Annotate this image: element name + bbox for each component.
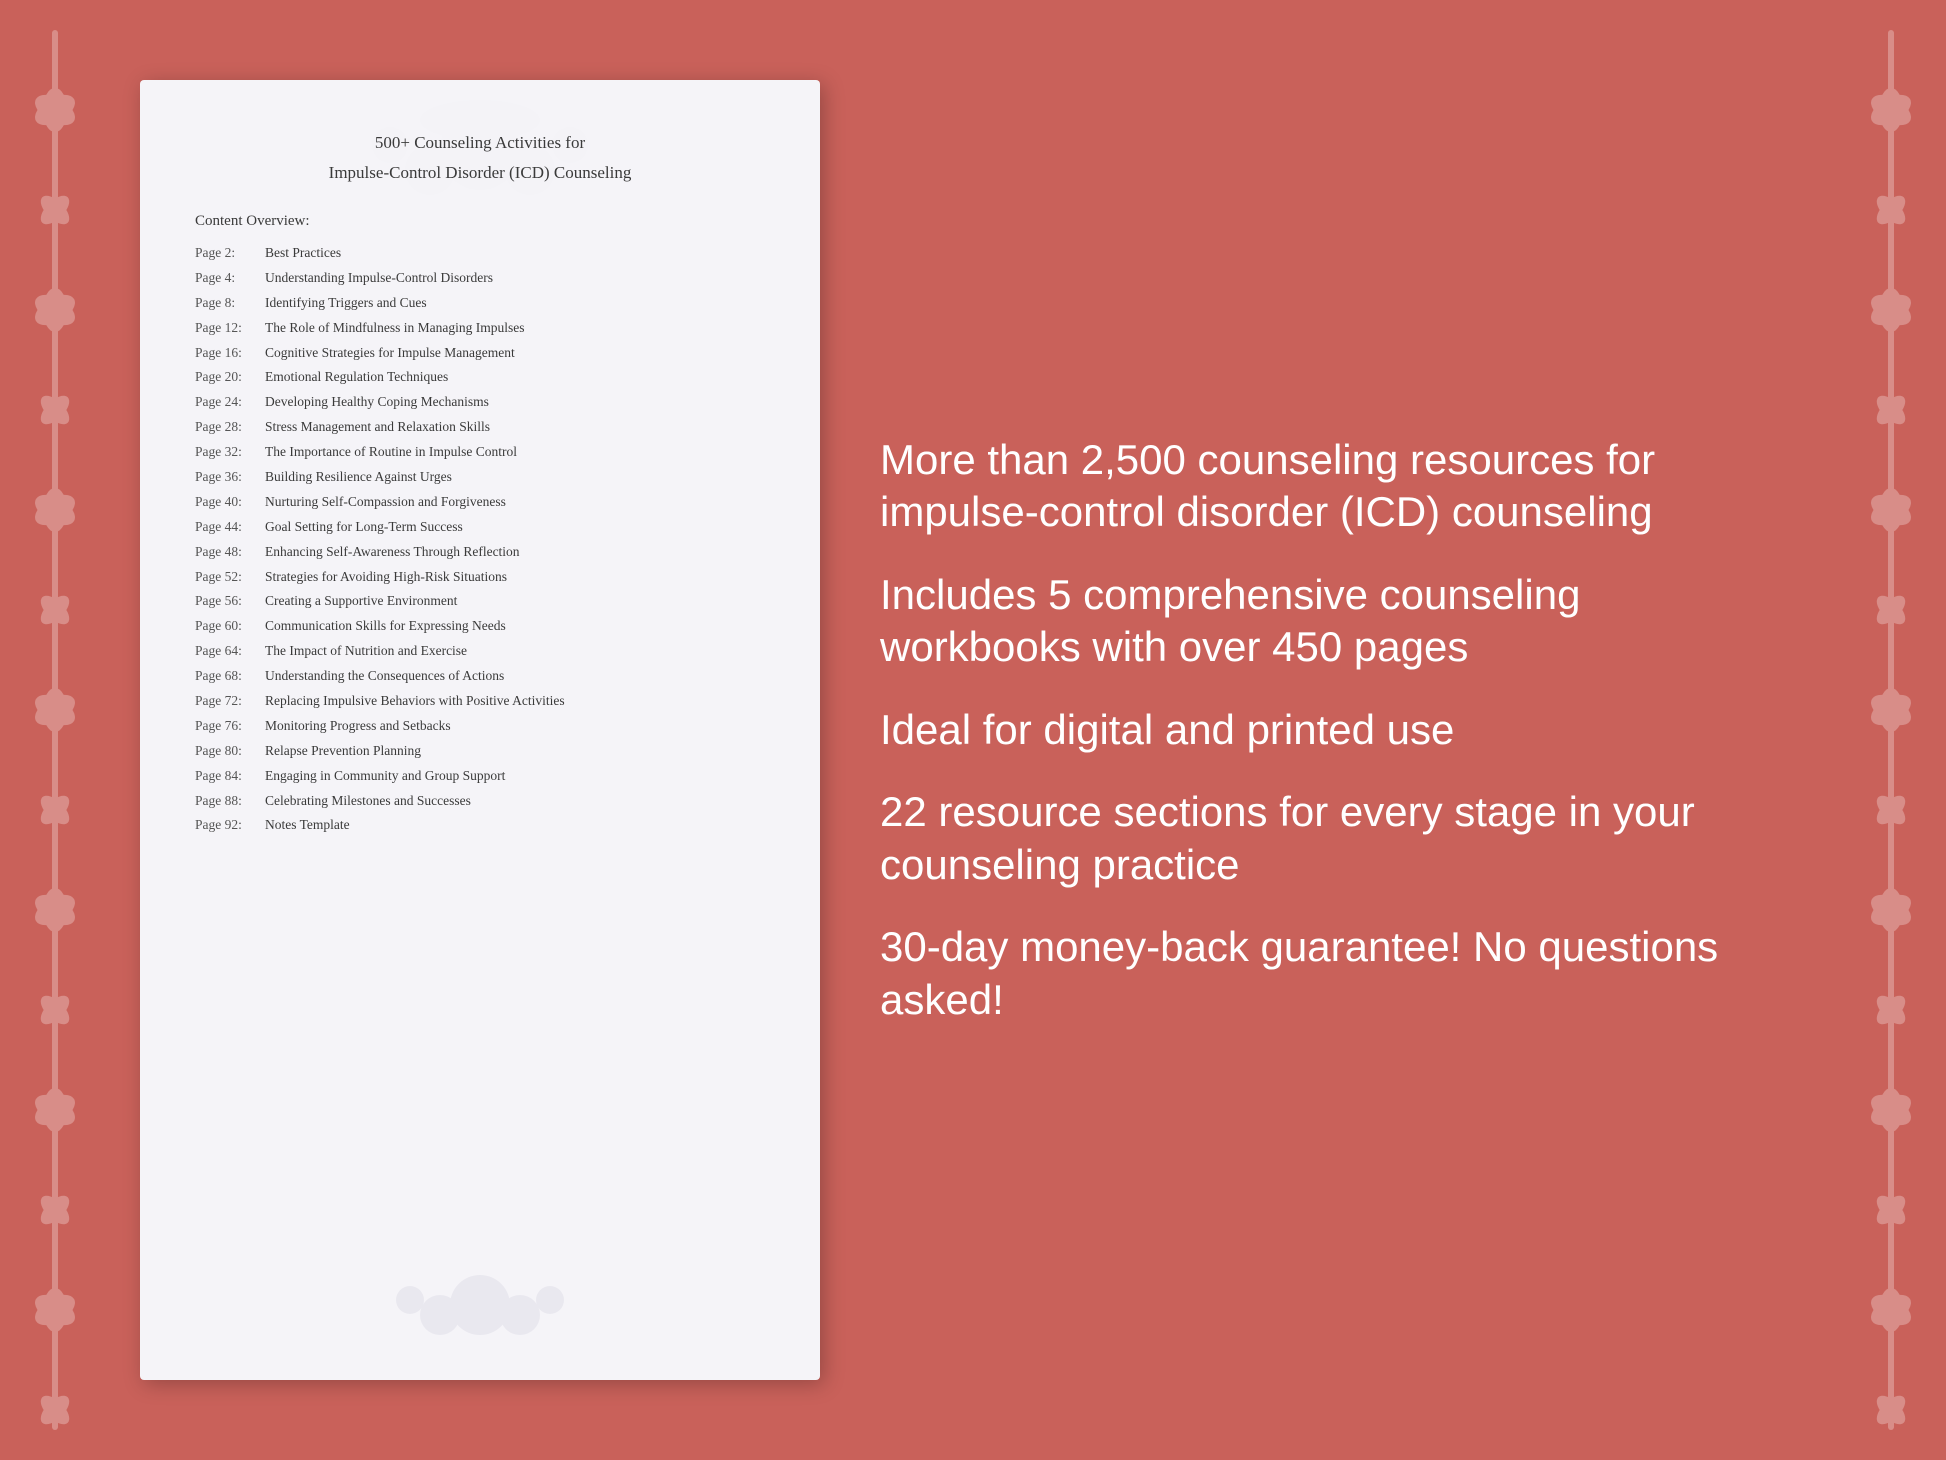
toc-topic: Engaging in Community and Group Support xyxy=(265,768,505,783)
toc-topic: Monitoring Progress and Setbacks xyxy=(265,718,451,733)
main-content: 500+ Counseling Activities for Impulse-C… xyxy=(110,0,1836,1460)
toc-topic: Enhancing Self-Awareness Through Reflect… xyxy=(265,544,520,559)
toc-item: Page 2:Best Practices xyxy=(195,244,765,263)
doc-bottom-decoration xyxy=(280,1265,680,1350)
toc-page-num: Page 80: xyxy=(195,742,265,761)
toc-page-num: Page 72: xyxy=(195,692,265,711)
toc-item: Page 60:Communication Skills for Express… xyxy=(195,617,765,636)
toc-topic: Developing Healthy Coping Mechanisms xyxy=(265,394,489,409)
toc-page-num: Page 40: xyxy=(195,493,265,512)
toc-topic: The Importance of Routine in Impulse Con… xyxy=(265,444,517,459)
toc-page-num: Page 20: xyxy=(195,368,265,387)
toc-page-num: Page 28: xyxy=(195,418,265,437)
toc-page-num: Page 56: xyxy=(195,592,265,611)
toc-item: Page 20:Emotional Regulation Techniques xyxy=(195,368,765,387)
toc-page-num: Page 44: xyxy=(195,518,265,537)
toc-item: Page 28:Stress Management and Relaxation… xyxy=(195,418,765,437)
toc-topic: Emotional Regulation Techniques xyxy=(265,369,448,384)
toc-item: Page 12:The Role of Mindfulness in Manag… xyxy=(195,319,765,338)
toc-topic: Nurturing Self-Compassion and Forgivenes… xyxy=(265,494,506,509)
toc-topic: Stress Management and Relaxation Skills xyxy=(265,419,490,434)
toc-topic: Best Practices xyxy=(265,245,341,260)
toc-item: Page 24:Developing Healthy Coping Mechan… xyxy=(195,393,765,412)
toc-page-num: Page 68: xyxy=(195,667,265,686)
toc-item: Page 52:Strategies for Avoiding High-Ris… xyxy=(195,568,765,587)
toc-item: Page 4:Understanding Impulse-Control Dis… xyxy=(195,269,765,288)
toc-page-num: Page 16: xyxy=(195,344,265,363)
toc-item: Page 76:Monitoring Progress and Setbacks xyxy=(195,717,765,736)
toc-page-num: Page 12: xyxy=(195,319,265,338)
feature-text-1: More than 2,500 counseling resources for… xyxy=(880,434,1786,539)
toc-topic: Cognitive Strategies for Impulse Managem… xyxy=(265,345,515,360)
toc-topic: Building Resilience Against Urges xyxy=(265,469,452,484)
toc-page-num: Page 76: xyxy=(195,717,265,736)
table-of-contents: Page 2:Best PracticesPage 4:Understandin… xyxy=(195,244,765,835)
toc-page-num: Page 36: xyxy=(195,468,265,487)
toc-page-num: Page 32: xyxy=(195,443,265,462)
feature-text-3: Ideal for digital and printed use xyxy=(880,704,1786,757)
toc-topic: The Role of Mindfulness in Managing Impu… xyxy=(265,320,524,335)
toc-item: Page 68:Understanding the Consequences o… xyxy=(195,667,765,686)
toc-page-num: Page 8: xyxy=(195,294,265,313)
toc-item: Page 40:Nurturing Self-Compassion and Fo… xyxy=(195,493,765,512)
toc-item: Page 84:Engaging in Community and Group … xyxy=(195,767,765,786)
feature-text-5: 30-day money-back guarantee! No question… xyxy=(880,921,1786,1026)
toc-item: Page 44:Goal Setting for Long-Term Succe… xyxy=(195,518,765,537)
toc-page-num: Page 48: xyxy=(195,543,265,562)
floral-border-left xyxy=(0,0,110,1460)
toc-item: Page 92:Notes Template xyxy=(195,816,765,835)
toc-topic: Understanding the Consequences of Action… xyxy=(265,668,504,683)
toc-topic: Understanding Impulse-Control Disorders xyxy=(265,270,493,285)
toc-topic: Creating a Supportive Environment xyxy=(265,593,457,608)
feature-text-2: Includes 5 comprehensive counseling work… xyxy=(880,569,1786,674)
toc-topic: Goal Setting for Long-Term Success xyxy=(265,519,463,534)
toc-item: Page 8:Identifying Triggers and Cues xyxy=(195,294,765,313)
toc-page-num: Page 92: xyxy=(195,816,265,835)
toc-item: Page 80:Relapse Prevention Planning xyxy=(195,742,765,761)
toc-topic: The Impact of Nutrition and Exercise xyxy=(265,643,467,658)
toc-topic: Replacing Impulsive Behaviors with Posit… xyxy=(265,693,565,708)
toc-item: Page 16:Cognitive Strategies for Impulse… xyxy=(195,344,765,363)
toc-topic: Notes Template xyxy=(265,817,350,832)
toc-topic: Identifying Triggers and Cues xyxy=(265,295,427,310)
toc-page-num: Page 2: xyxy=(195,244,265,263)
feature-text-4: 22 resource sections for every stage in … xyxy=(880,786,1786,891)
toc-page-num: Page 64: xyxy=(195,642,265,661)
toc-topic: Communication Skills for Expressing Need… xyxy=(265,618,506,633)
toc-item: Page 64:The Impact of Nutrition and Exer… xyxy=(195,642,765,661)
toc-topic: Celebrating Milestones and Successes xyxy=(265,793,471,808)
document-title: 500+ Counseling Activities for Impulse-C… xyxy=(195,130,765,185)
toc-page-num: Page 24: xyxy=(195,393,265,412)
floral-border-right xyxy=(1836,0,1946,1460)
toc-item: Page 36:Building Resilience Against Urge… xyxy=(195,468,765,487)
toc-item: Page 72:Replacing Impulsive Behaviors wi… xyxy=(195,692,765,711)
toc-page-num: Page 4: xyxy=(195,269,265,288)
toc-item: Page 32:The Importance of Routine in Imp… xyxy=(195,443,765,462)
toc-item: Page 88:Celebrating Milestones and Succe… xyxy=(195,792,765,811)
toc-topic: Strategies for Avoiding High-Risk Situat… xyxy=(265,569,507,584)
toc-item: Page 56:Creating a Supportive Environmen… xyxy=(195,592,765,611)
features-panel: More than 2,500 counseling resources for… xyxy=(880,414,1806,1047)
toc-page-num: Page 84: xyxy=(195,767,265,786)
overview-label: Content Overview: xyxy=(195,213,765,230)
toc-item: Page 48:Enhancing Self-Awareness Through… xyxy=(195,543,765,562)
document-card: 500+ Counseling Activities for Impulse-C… xyxy=(140,80,820,1380)
toc-page-num: Page 52: xyxy=(195,568,265,587)
toc-page-num: Page 60: xyxy=(195,617,265,636)
toc-topic: Relapse Prevention Planning xyxy=(265,743,421,758)
toc-page-num: Page 88: xyxy=(195,792,265,811)
